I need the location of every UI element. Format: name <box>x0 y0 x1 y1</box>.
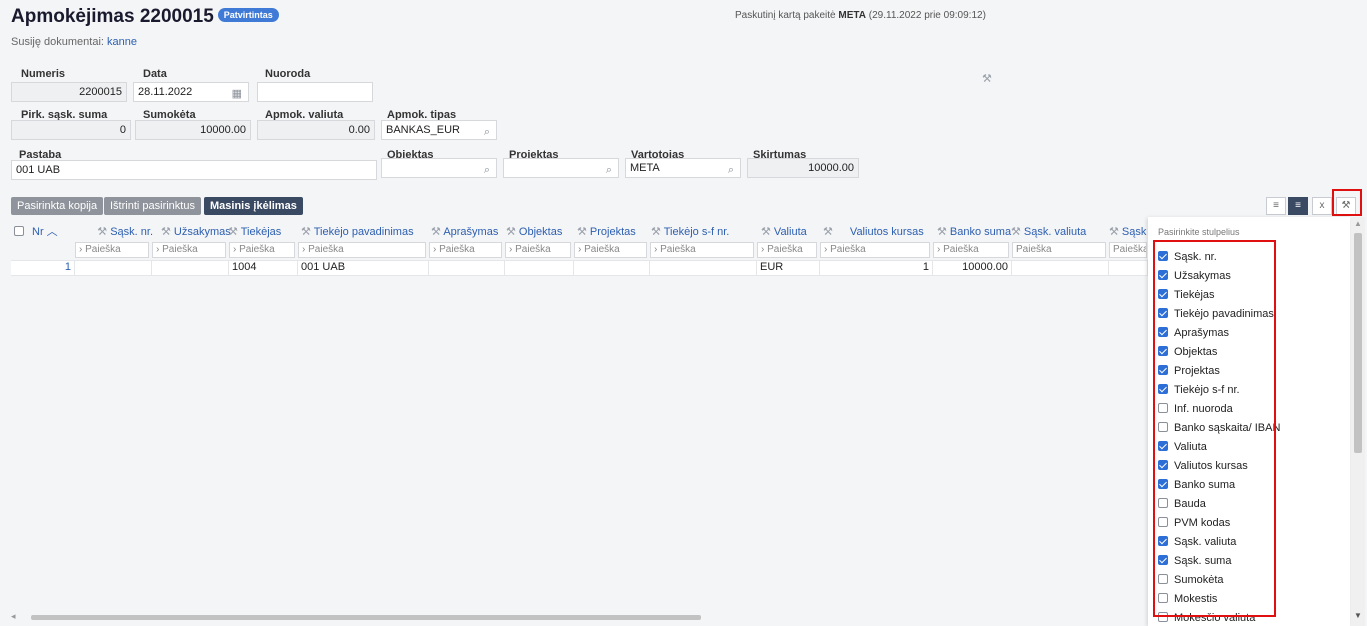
excel-export-icon[interactable]: x <box>1312 197 1332 215</box>
apmok-tipas-field[interactable]: BANKAS_EUR ⌕ <box>381 120 497 140</box>
column-picker-title: Pasirinkite stulpelius <box>1158 227 1240 237</box>
column-header-nr[interactable]: Nr ︿ <box>32 223 72 241</box>
column-header-banko-suma[interactable]: ⚒ Banko suma <box>937 223 1017 241</box>
nuoroda-label: Nuoroda <box>265 68 311 80</box>
filter-valiutos-kursas[interactable]: › Paieška <box>820 242 930 258</box>
cell-tiekejas[interactable]: 1004 <box>229 260 298 276</box>
list-view-icon[interactable]: ≡ <box>1266 197 1286 215</box>
mass-import-button[interactable]: Masinis įkėlimas <box>204 197 303 215</box>
vartotojas-field[interactable]: META ⌕ <box>625 158 741 178</box>
scroll-down-icon[interactable]: ▼ <box>1354 611 1362 620</box>
filter-objektas[interactable]: › Paieška <box>505 242 571 258</box>
wrench-icon: ⚒ <box>937 226 950 238</box>
column-header-aprasymas[interactable]: ⚒ Aprašymas <box>431 223 509 241</box>
scroll-left-icon[interactable]: ◂ <box>11 611 16 622</box>
horizontal-scroll-thumb[interactable] <box>31 615 701 620</box>
horizontal-scrollbar[interactable]: ◂ <box>11 611 1148 622</box>
sumoketa-field[interactable]: 10000.00 <box>135 120 251 140</box>
numeris-field[interactable]: 2200015 <box>11 82 127 102</box>
wrench-icon: ⚒ <box>1011 226 1024 238</box>
nuoroda-field[interactable] <box>257 82 373 102</box>
filter-valiuta[interactable]: › Paieška <box>757 242 817 258</box>
highlight-columns-box <box>1153 240 1276 617</box>
select-all-checkbox[interactable] <box>14 223 30 241</box>
skirtumas-field[interactable]: 10000.00 <box>747 158 859 178</box>
cell-aprasymas[interactable] <box>429 260 505 276</box>
column-header-projektas[interactable]: ⚒ Projektas <box>577 223 647 241</box>
page-title: Apmokėjimas 2200015 Patvirtintas <box>11 6 279 28</box>
status-badge: Patvirtintas <box>217 7 279 22</box>
pastaba-field[interactable]: 001 UAB <box>11 160 377 180</box>
cell-valiuta[interactable]: EUR <box>757 260 820 276</box>
wrench-icon: ⚒ <box>1109 226 1122 238</box>
wrench-icon: ⚒ <box>506 226 519 238</box>
cell-uzsakymas[interactable] <box>152 260 229 276</box>
copy-selected-button[interactable]: Pasirinkta kopija <box>11 197 104 215</box>
scroll-up-icon[interactable]: ▲ <box>1354 219 1362 228</box>
cell-sask-suma[interactable] <box>1109 260 1148 276</box>
related-document-link[interactable]: kanne <box>107 36 137 48</box>
wrench-icon: ⚒ <box>431 226 444 238</box>
column-header-objektas[interactable]: ⚒ Objektas <box>506 223 576 241</box>
data-label: Data <box>143 68 167 80</box>
filter-sask-nr[interactable]: › Paieška <box>75 242 149 258</box>
highlight-settings-box <box>1332 189 1362 216</box>
filter-projektas[interactable]: › Paieška <box>574 242 647 258</box>
filter-aprasymas[interactable]: › Paieška <box>429 242 502 258</box>
filter-tiekejas[interactable]: › Paieška <box>229 242 295 258</box>
pirk-suma-field[interactable]: 0 <box>11 120 131 140</box>
search-icon[interactable]: ⌕ <box>484 161 490 179</box>
wrench-icon: ⚒ <box>301 226 314 238</box>
wrench-icon: ⚒ <box>761 226 774 238</box>
column-header-sask-valiuta[interactable]: ⚒ Sąsk. valiuta <box>1011 223 1107 241</box>
search-icon[interactable]: ⌕ <box>484 123 490 141</box>
apmok-valiuta-field[interactable]: 0.00 <box>257 120 375 140</box>
filter-tiekejo-pavadinimas[interactable]: › Paieška <box>298 242 426 258</box>
cell-sask-nr[interactable] <box>75 260 152 276</box>
related-documents: Susiję dokumentai: kanne <box>11 36 137 48</box>
cell-projektas[interactable] <box>574 260 650 276</box>
filter-banko-suma[interactable]: › Paieška <box>933 242 1009 258</box>
cell-sask-valiuta[interactable] <box>1012 260 1109 276</box>
cell-objektas[interactable] <box>505 260 574 276</box>
filter-tiekejo-sf-nr[interactable]: › Paieška <box>650 242 754 258</box>
search-icon[interactable]: ⌕ <box>728 161 734 179</box>
filter-sask-suma[interactable]: Paieška <box>1109 242 1147 258</box>
numeris-label: Numeris <box>21 68 66 80</box>
column-header-tiekejo-sf-nr[interactable]: ⚒ Tiekėjo s-f nr. <box>651 223 757 241</box>
cell-tiekejo-sf-nr[interactable] <box>650 260 757 276</box>
wrench-icon: ⚒ <box>651 226 664 238</box>
vertical-scrollbar[interactable]: ▲ ▼ <box>1351 217 1365 626</box>
cell-nr[interactable]: 1 <box>11 260 75 276</box>
cell-banko-suma[interactable]: 10000.00 <box>933 260 1012 276</box>
column-header-valiutos-kursas[interactable]: ⚒ Valiutos kursas <box>823 223 935 241</box>
wrench-icon: ⚒ <box>161 226 174 238</box>
last-modified-info: Paskutinį kartą pakeitė META (29.11.2022… <box>735 10 986 21</box>
cell-tiekejo-pavadinimas[interactable]: 001 UAB <box>298 260 429 276</box>
wrench-icon[interactable]: ⚒ <box>982 72 992 85</box>
calendar-icon[interactable]: ▦ <box>232 85 242 103</box>
wrench-icon: ⚒ <box>97 226 111 238</box>
objektas-field[interactable]: ⌕ <box>381 158 497 178</box>
column-header-tiekejo-pavadinimas[interactable]: ⚒ Tiekėjo pavadinimas <box>301 223 431 241</box>
column-header-sask-nr[interactable]: ⚒ Sąsk. nr. <box>81 223 161 241</box>
column-header-tiekejas[interactable]: ⚒ Tiekėjas <box>228 223 288 241</box>
projektas-field[interactable]: ⌕ <box>503 158 619 178</box>
delete-selected-button[interactable]: Ištrinti pasirinktus <box>104 197 201 215</box>
wrench-icon: ⚒ <box>823 226 836 238</box>
filter-sask-valiuta[interactable]: Paieška <box>1012 242 1106 258</box>
data-field[interactable]: 28.11.2022 ▦ <box>133 82 249 102</box>
wrench-icon: ⚒ <box>577 226 590 238</box>
wrench-icon: ⚒ <box>228 226 241 238</box>
cell-valiutos-kursas[interactable]: 1 <box>820 260 933 276</box>
vertical-scroll-thumb[interactable] <box>1354 233 1362 453</box>
search-icon[interactable]: ⌕ <box>606 161 612 179</box>
compact-view-icon[interactable]: ≡ <box>1288 197 1308 215</box>
column-header-valiuta[interactable]: ⚒ Valiuta <box>761 223 823 241</box>
column-header-sask-suma[interactable]: ⚒ Sąsk <box>1109 223 1149 241</box>
filter-uzsakymas[interactable]: › Paieška <box>152 242 226 258</box>
